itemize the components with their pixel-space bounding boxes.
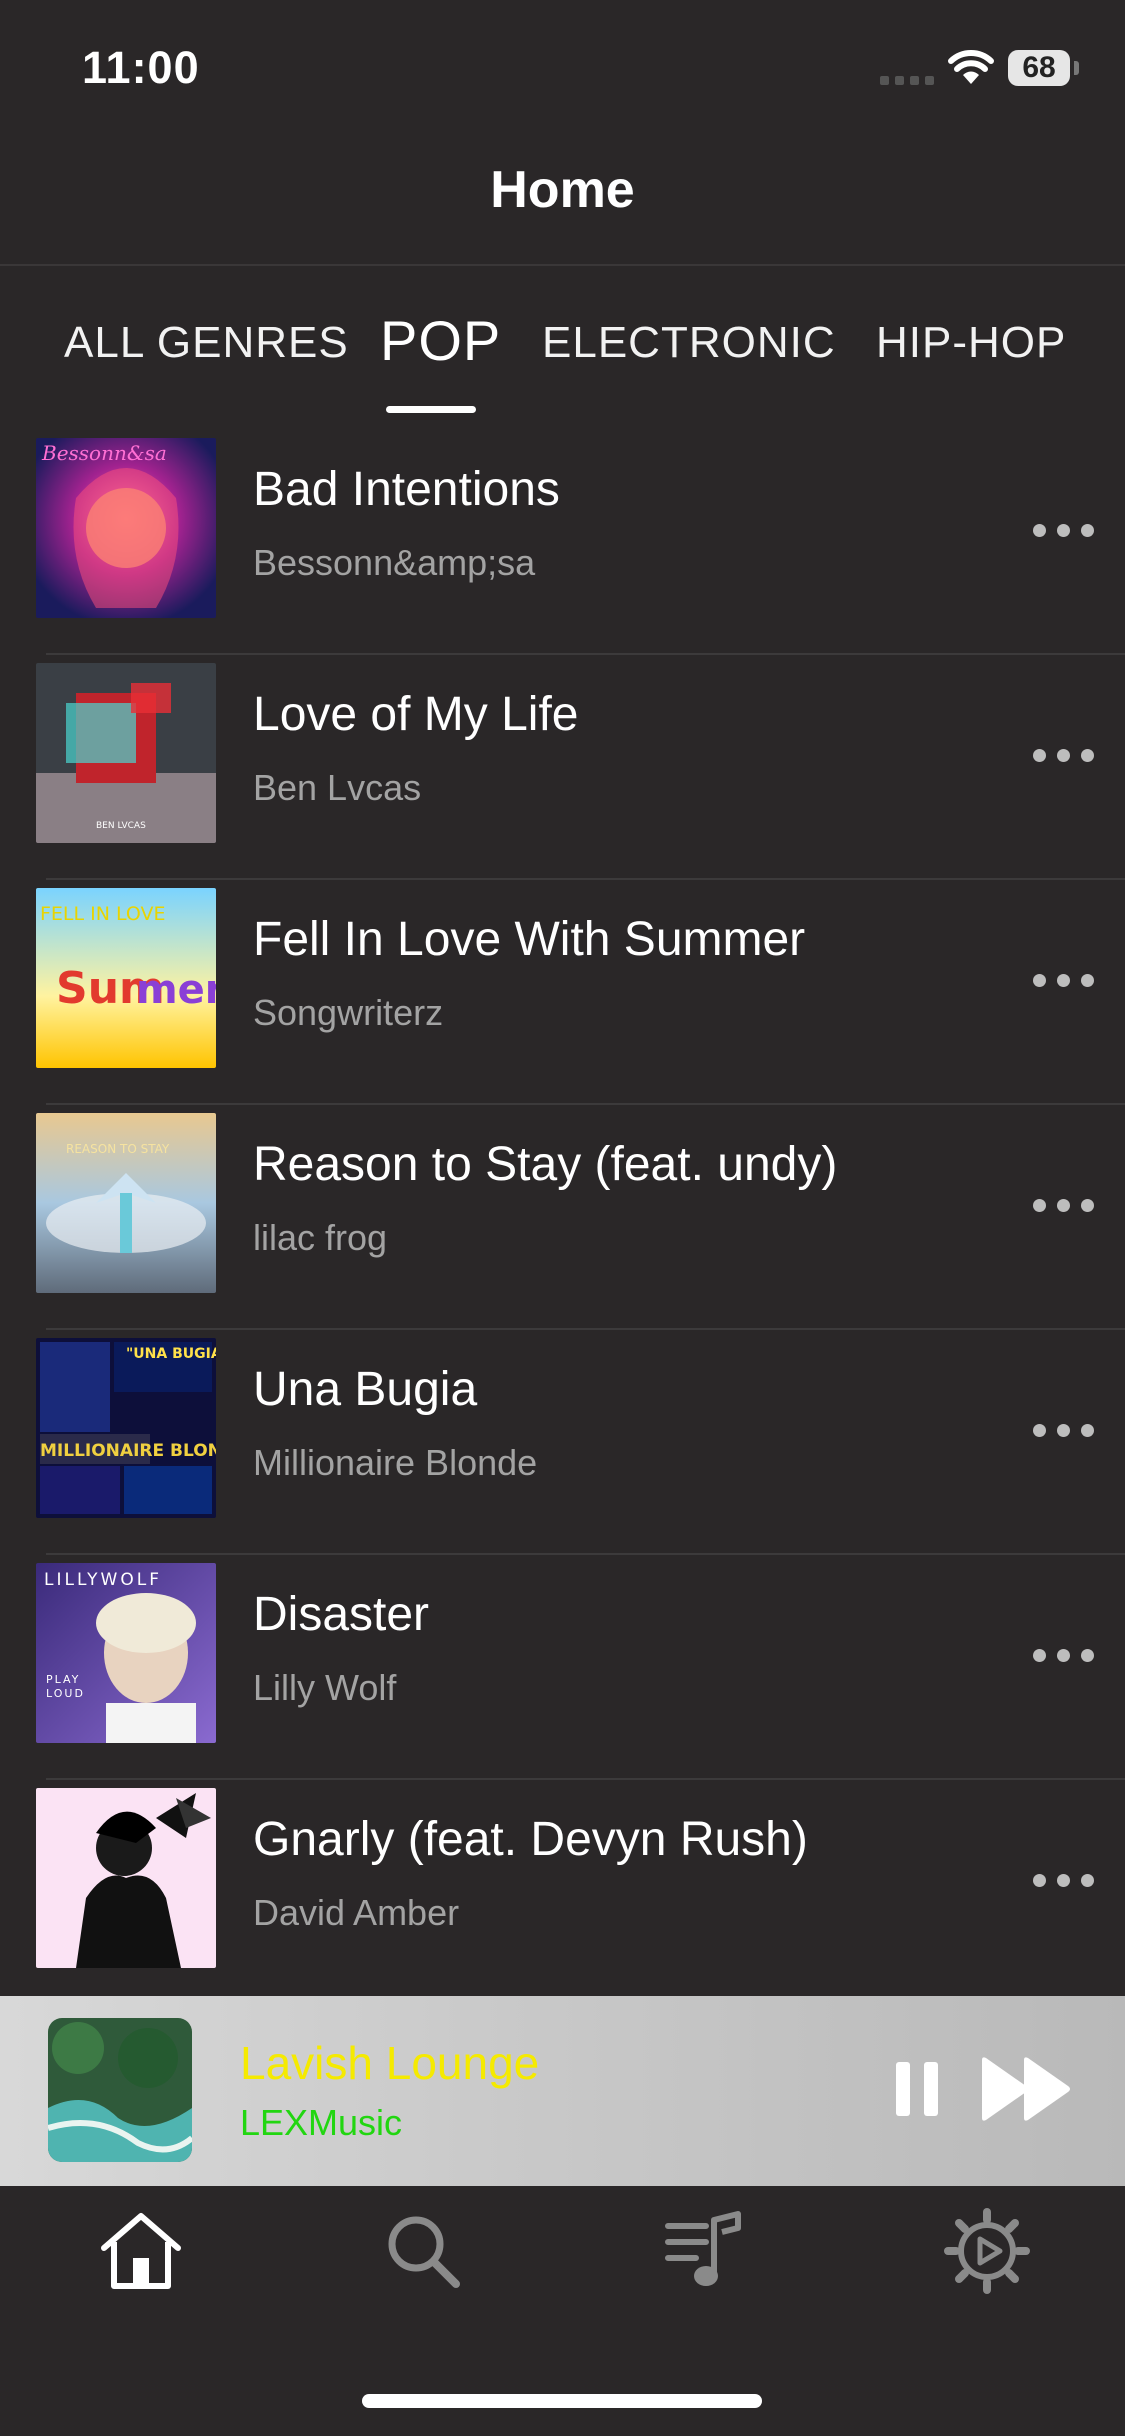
song-artist: Songwriterz <box>253 992 444 1033</box>
song-row[interactable]: BEN LVCAS Love of My Life Ben Lvcas <box>0 655 1125 880</box>
now-playing-title: Lavish Lounge <box>240 2037 540 2089</box>
song-title: Disaster <box>253 1588 430 1641</box>
now-playing-art <box>48 2018 192 2162</box>
tab-all-genres[interactable]: ALL GENRES <box>64 318 349 368</box>
album-art-text: "UNA BUGIA" <box>126 1346 216 1362</box>
song-artist: lilac frog <box>253 1217 388 1258</box>
song-row[interactable]: "UNA BUGIA" MILLIONAIRE BLONDE Una Bugia… <box>0 1330 1125 1555</box>
more-options-icon[interactable] <box>1033 968 1097 992</box>
song-title: Fell In Love With Summer <box>253 913 806 966</box>
album-art-text: FELL IN LOVE <box>40 903 166 925</box>
tab-pop[interactable]: POP <box>380 308 501 373</box>
status-time: 11:00 <box>82 42 200 93</box>
album-art: Bessonn&sa <box>36 438 216 618</box>
song-artist: Ben Lvcas <box>253 767 422 808</box>
tab-electronic[interactable]: ELECTRONIC <box>542 318 836 368</box>
more-options-icon[interactable] <box>1033 1193 1097 1217</box>
song-row[interactable]: LILLYWOLF PLAY LOUD Disaster Lilly Wolf <box>0 1555 1125 1780</box>
album-art: "UNA BUGIA" MILLIONAIRE BLONDE <box>36 1338 216 1518</box>
song-artist: Bessonn&amp;sa <box>253 542 536 583</box>
status-bar: 11:00 68 <box>0 0 1125 130</box>
page-title: Home <box>490 161 635 219</box>
svg-text:MILLIONAIRE BLONDE: MILLIONAIRE BLONDE <box>40 1441 216 1461</box>
now-playing-artist: LEXMusic <box>240 2102 403 2143</box>
genre-tabs: ALL GENRES POP ELECTRONIC HIP-HOP <box>0 300 1125 420</box>
song-artist: Lilly Wolf <box>253 1667 397 1708</box>
fast-forward-button[interactable] <box>980 2056 1074 2122</box>
battery-icon: 68 <box>1008 50 1070 86</box>
song-title: Una Bugia <box>253 1363 478 1416</box>
song-row[interactable]: REASON TO STAY Reason to Stay (feat. und… <box>0 1105 1125 1330</box>
album-art: BEN LVCAS <box>36 663 216 843</box>
more-options-icon[interactable] <box>1033 1418 1097 1442</box>
mini-player[interactable]: Lavish Lounge LEXMusic <box>0 1996 1125 2186</box>
more-options-icon[interactable] <box>1033 1868 1097 1892</box>
song-title: Gnarly (feat. Devyn Rush) <box>253 1813 808 1866</box>
song-artist: David Amber <box>253 1892 460 1933</box>
svg-text:LOUD: LOUD <box>46 1687 85 1700</box>
pause-button[interactable] <box>896 2062 940 2116</box>
more-options-icon[interactable] <box>1033 1643 1097 1667</box>
active-tab-indicator <box>386 406 476 413</box>
song-row[interactable]: Bessonn&sa Bad Intentions Bessonn&amp;sa <box>0 430 1125 655</box>
search-icon[interactable] <box>378 2206 468 2296</box>
playlist-icon[interactable] <box>660 2206 750 2296</box>
cellular-signal-icon <box>880 76 936 86</box>
album-art-text: REASON TO STAY <box>66 1142 170 1156</box>
svg-text:PLAY: PLAY <box>46 1673 80 1686</box>
album-art-text: Bessonn&sa <box>41 441 167 465</box>
song-title: Love of My Life <box>253 688 579 741</box>
song-title: Bad Intentions <box>253 463 560 516</box>
song-artist: Millionaire Blonde <box>253 1442 538 1483</box>
tab-hip-hop[interactable]: HIP-HOP <box>876 318 1066 368</box>
settings-icon[interactable] <box>942 2206 1032 2296</box>
album-art <box>36 1788 216 1968</box>
song-list: Bessonn&sa Bad Intentions Bessonn&amp;sa… <box>0 430 1125 2005</box>
album-art-text: BEN LVCAS <box>96 821 146 831</box>
wifi-icon <box>948 50 994 84</box>
song-row[interactable]: Gnarly (feat. Devyn Rush) David Amber <box>0 1780 1125 2005</box>
home-indicator <box>362 2394 762 2408</box>
more-options-icon[interactable] <box>1033 743 1097 767</box>
header-divider <box>0 264 1125 266</box>
song-title: Reason to Stay (feat. undy) <box>253 1138 838 1191</box>
home-icon[interactable] <box>96 2206 186 2296</box>
album-art-text: LILLYWOLF <box>44 1570 162 1590</box>
battery-tip <box>1074 61 1079 75</box>
album-art: LILLYWOLF PLAY LOUD <box>36 1563 216 1743</box>
song-row[interactable]: FELL IN LOVE Sum mer Fell In Love With S… <box>0 880 1125 1105</box>
more-options-icon[interactable] <box>1033 518 1097 542</box>
album-art: REASON TO STAY <box>36 1113 216 1293</box>
album-art: FELL IN LOVE Sum mer <box>36 888 216 1068</box>
svg-text:mer: mer <box>136 967 216 1013</box>
